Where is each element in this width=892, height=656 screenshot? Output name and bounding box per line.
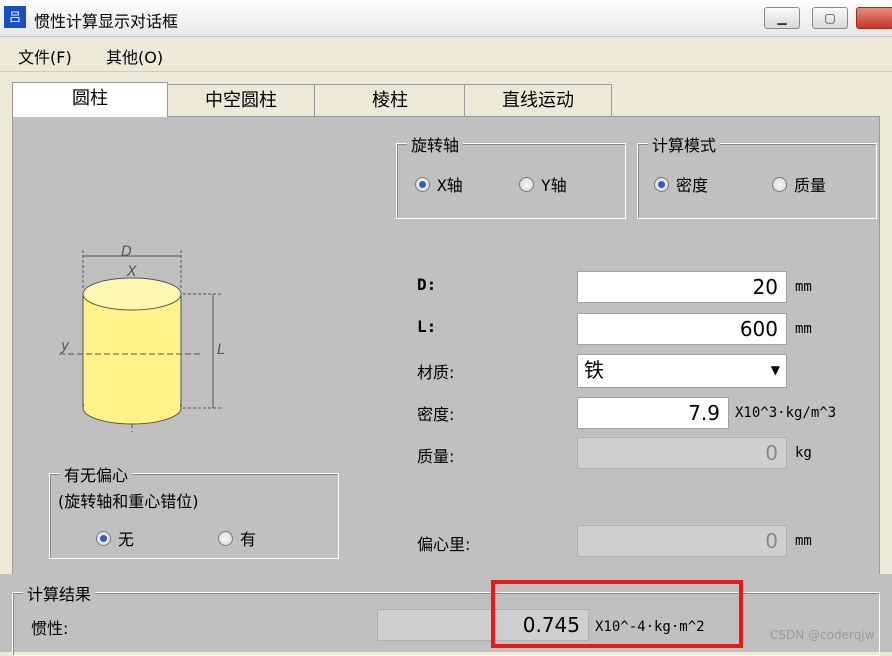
density-input[interactable]: 7.9 (577, 397, 729, 429)
material-value: 铁 (584, 358, 604, 382)
radio-dot-icon[interactable] (415, 176, 430, 192)
radio-dot-icon[interactable] (96, 530, 111, 546)
eccentric-unit: mm (795, 533, 812, 549)
density-unit: X10^3·kg/m^3 (735, 405, 837, 421)
diameter-label: D (121, 244, 132, 260)
eccentric-subtitle: (旋转轴和重心错位) (58, 492, 199, 511)
radio-dot-icon[interactable] (654, 176, 669, 192)
length-input[interactable]: 600 (577, 313, 787, 345)
window-title: 惯性计算显示对话框 (34, 12, 179, 31)
mass-unit: kg (795, 445, 812, 461)
menu-bar: 文件(F) 其他(O) (0, 37, 892, 72)
watermark: CSDN @coderqjw (770, 628, 875, 642)
chevron-down-icon[interactable]: ▼ (771, 355, 780, 385)
length-label: L (217, 342, 225, 358)
radio-y-axis[interactable]: Y轴 (519, 172, 567, 196)
menu-other[interactable]: 其他(O) (106, 44, 163, 68)
minimize-button[interactable]: ▁ (764, 7, 800, 29)
material-label: 材质: (417, 363, 455, 382)
calc-mode-title: 计算模式 (648, 132, 721, 156)
eccentric-label: 偏心里: (417, 535, 471, 554)
d-label: D: (417, 275, 437, 294)
eccentric-group: 有无偏心 (旋转轴和重心错位) 无 有 (49, 462, 339, 559)
radio-dot-icon[interactable] (772, 176, 787, 192)
result-title: 计算结果 (23, 581, 96, 605)
title-bar: 吕 惯性计算显示对话框 ▁ ▢ (0, 0, 892, 37)
calc-mode-group: 计算模式 密度 质量 (637, 132, 877, 219)
app-icon[interactable]: 吕 (4, 6, 26, 28)
radio-dot-icon[interactable] (519, 176, 534, 192)
radio-x-axis[interactable]: X轴 (415, 172, 463, 196)
y-axis-label: y (60, 338, 70, 354)
result-highlight (491, 580, 743, 648)
rotation-axis-group: 旋转轴 X轴 Y轴 (396, 132, 626, 219)
tab-linear-motion[interactable]: 直线运动 (464, 84, 612, 117)
inertia-label: 惯性: (31, 619, 69, 638)
eccentric-input: 0 (577, 525, 787, 557)
mass-input: 0 (577, 437, 787, 469)
rotation-axis-title: 旋转轴 (407, 132, 464, 156)
tab-hollow-cylinder[interactable]: 中空圆柱 (166, 84, 316, 117)
material-select[interactable]: 铁 ▼ (577, 354, 787, 388)
menu-file[interactable]: 文件(F) (18, 44, 72, 68)
eccentric-title: 有无偏心 (60, 462, 133, 486)
result-area: 计算结果 惯性: 0.745 X10^-4·kg·m^2 (0, 574, 892, 656)
maximize-button[interactable]: ▢ (812, 7, 848, 29)
tab-cylinder[interactable]: 圆柱 (12, 82, 168, 117)
radio-has-eccentric[interactable]: 有 (218, 526, 256, 550)
density-label: 密度: (417, 405, 455, 424)
d-unit: mm (795, 279, 812, 295)
l-unit: mm (795, 321, 812, 337)
l-label: L: (417, 317, 437, 336)
cylinder-diagram: D X y L (59, 244, 225, 432)
radio-density-mode[interactable]: 密度 (654, 172, 708, 196)
tab-panel: D X y L 旋转轴 X轴 Y轴 计算模式 密度 质量 D: 20 mm L:… (12, 116, 880, 576)
radio-no-eccentric[interactable]: 无 (96, 526, 134, 550)
result-group: 计算结果 惯性: 0.745 X10^-4·kg·m^2 (12, 581, 880, 656)
radio-dot-icon[interactable] (218, 530, 233, 546)
mass-label: 质量: (417, 447, 455, 466)
close-button[interactable] (856, 7, 892, 29)
radio-mass-mode[interactable]: 质量 (772, 172, 826, 196)
diameter-input[interactable]: 20 (577, 271, 787, 303)
tab-prism[interactable]: 棱柱 (314, 84, 466, 117)
